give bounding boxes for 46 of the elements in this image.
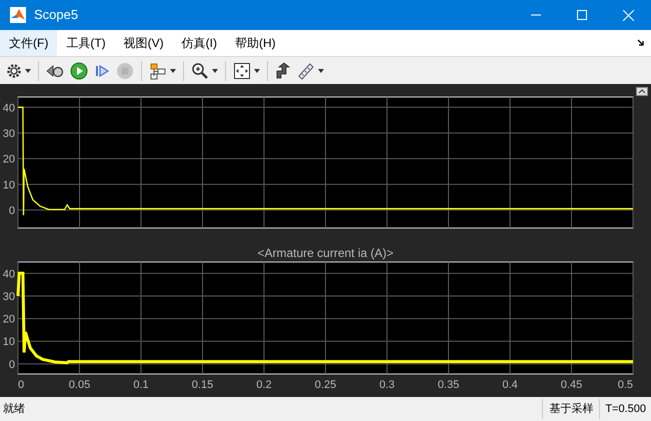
x-tick-label: 0 <box>18 379 24 391</box>
step-back-icon <box>46 62 64 78</box>
stop-icon <box>116 62 134 80</box>
menu-item[interactable]: 仿真(I) <box>172 30 226 56</box>
y-tick-label: 30 <box>2 128 15 140</box>
y-tick-label: 40 <box>2 268 15 280</box>
undock-icon <box>636 87 648 96</box>
menu-item[interactable]: 文件(F) <box>0 30 58 56</box>
x-tick-label: 0.05 <box>68 379 90 391</box>
x-tick-label: 0.1 <box>133 379 149 391</box>
y-tick-label: 20 <box>2 314 15 326</box>
dock-arrow-icon <box>637 39 645 47</box>
y-tick-label: 20 <box>2 154 15 166</box>
menu-item[interactable]: 帮助(H) <box>226 30 285 56</box>
y-tick-label: 40 <box>2 102 15 114</box>
step-arrow-icon <box>275 62 291 80</box>
x-tick-label: 0.35 <box>438 379 460 391</box>
ruler-icon <box>297 62 315 80</box>
x-tick-label: 0.4 <box>502 379 518 391</box>
x-tick-label: 0.2 <box>256 379 272 391</box>
maximize-icon <box>577 10 587 20</box>
y-tick-label: 10 <box>2 336 15 348</box>
step-forward-icon <box>94 62 110 78</box>
y-tick-label: 10 <box>2 179 15 192</box>
menu-item[interactable]: 工具(T) <box>57 30 115 56</box>
plot-title: <Armature current ia (A)> <box>257 246 394 260</box>
sampling-mode: 基于采样 <box>542 399 600 419</box>
close-icon <box>622 10 634 20</box>
app-logo-icon <box>10 7 26 23</box>
y-tick-label: 0 <box>8 205 15 218</box>
x-tick-label: 0.45 <box>560 379 582 391</box>
status-text: 就绪 <box>3 402 25 417</box>
y-tick-label: 0 <box>8 358 15 371</box>
sim-time: T=0.500 <box>599 399 651 419</box>
menu-item[interactable]: 视图(V) <box>114 30 173 56</box>
x-tick-label: 0.3 <box>379 379 395 391</box>
x-tick-label: 0.15 <box>192 379 214 391</box>
play-icon <box>70 62 88 80</box>
zoom-in-icon <box>191 62 209 80</box>
gear-icon <box>6 62 22 78</box>
fit-to-view-icon <box>233 62 251 80</box>
y-tick-label: 30 <box>2 290 15 303</box>
window-title: Scope5 <box>34 6 78 24</box>
x-tick-label: 0.25 <box>314 379 336 391</box>
x-tick-label: 0.5 <box>618 379 633 391</box>
signal-blocks-icon <box>149 62 167 80</box>
